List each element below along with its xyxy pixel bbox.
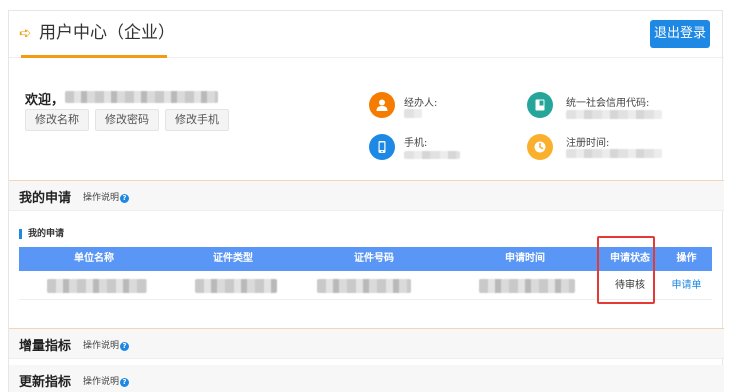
applications-subtitle: 我的申请 — [19, 229, 64, 239]
phone-icon — [369, 134, 395, 160]
help-label: 操作说明 — [83, 341, 120, 351]
edit-phone-button[interactable]: 修改手机 — [165, 109, 229, 131]
redacted-credit-code — [566, 110, 662, 119]
question-icon: ? — [120, 194, 130, 203]
redacted-phone — [404, 151, 460, 159]
edit-password-button[interactable]: 修改密码 — [95, 109, 159, 131]
register-time-label: 注册时间: — [566, 138, 610, 149]
agent-label: 经办人: — [404, 98, 438, 109]
question-icon: ? — [120, 342, 130, 351]
logout-button[interactable]: 退出登录 — [650, 20, 710, 48]
redacted-username — [65, 91, 218, 103]
my-applications-section: 我的申请 操作说明? — [9, 181, 724, 211]
help-link[interactable]: 操作说明? — [83, 374, 130, 387]
section-title: 增量指标 — [19, 339, 72, 354]
col-cert-number: 证件号码 — [354, 253, 394, 264]
col-unit-name: 单位名称 — [74, 253, 114, 264]
section-title: 我的申请 — [19, 191, 72, 206]
person-icon — [369, 92, 395, 118]
redacted-register-time — [566, 149, 662, 158]
help-label: 操作说明 — [83, 193, 120, 203]
section-title: 更新指标 — [19, 375, 72, 390]
help-link[interactable]: 操作说明? — [83, 190, 130, 203]
page-title: 用户中心（企业） — [39, 23, 175, 43]
redacted-unit-name — [47, 279, 147, 293]
page-header: ➪ 用户中心（企业） 退出登录 — [9, 11, 724, 58]
arrow-right-icon: ➪ — [19, 24, 32, 42]
question-icon: ? — [120, 378, 130, 387]
col-action: 操作 — [676, 253, 697, 264]
help-link[interactable]: 操作说明? — [83, 338, 130, 351]
redacted-cert-type — [195, 279, 277, 293]
col-apply-time: 申请时间 — [505, 253, 545, 264]
profile-panel: 欢迎， 修改名称 修改密码 修改手机 经办人: 手机: 统一社会信用代码: 注册… — [9, 58, 724, 181]
user-center-page: ➪ 用户中心（企业） 退出登录 欢迎， 修改名称 修改密码 修改手机 经办人: … — [8, 10, 724, 392]
application-form-link[interactable]: 申请单 — [661, 272, 712, 300]
welcome-label: 欢迎， — [25, 93, 65, 108]
status-highlight-box — [597, 236, 655, 304]
phone-label: 手机: — [404, 138, 428, 149]
update-index-section: 更新指标 操作说明? — [9, 365, 724, 392]
col-cert-type: 证件类型 — [213, 253, 253, 264]
clock-icon — [527, 134, 553, 160]
credit-code-label: 统一社会信用代码: — [566, 98, 650, 109]
incremental-index-section: 增量指标 操作说明? — [9, 329, 724, 359]
redacted-cert-number — [317, 279, 411, 293]
help-label: 操作说明 — [83, 377, 120, 387]
redacted-agent — [404, 109, 422, 118]
redacted-apply-time — [479, 279, 575, 293]
book-icon — [527, 92, 553, 118]
edit-name-button[interactable]: 修改名称 — [25, 109, 89, 131]
